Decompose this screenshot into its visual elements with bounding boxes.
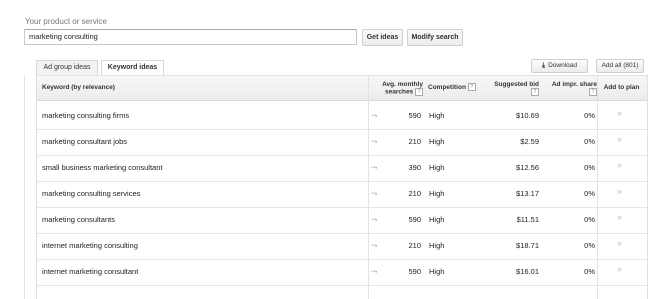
competition-cell: High — [429, 163, 445, 172]
avg-searches-cell: 210 — [408, 241, 421, 250]
download-icon: ⤓ — [541, 62, 546, 69]
competition-cell: High — [429, 189, 445, 198]
header-avg-line2: searches — [384, 88, 414, 96]
competition-cell: High — [429, 215, 445, 224]
keyword-cell[interactable]: internet marketing consulting — [42, 233, 138, 259]
avg-searches-cell: 390 — [408, 163, 421, 172]
competition-cell: High — [429, 241, 445, 250]
impr-share-cell: 0% — [584, 189, 595, 198]
avg-searches-cell: 590 — [408, 267, 421, 276]
double-chevron-right-icon[interactable]: » — [617, 259, 622, 285]
suggested-bid-cell: $10.69 — [516, 111, 539, 120]
header-competition-label: Competition — [428, 84, 466, 91]
double-chevron-right-icon[interactable]: » — [617, 155, 622, 181]
keyword-cell[interactable]: marketing consultant jobs — [42, 129, 127, 155]
chart-icon[interactable]: ⤳ — [371, 103, 377, 129]
product-search-input[interactable]: marketing consulting — [24, 29, 357, 45]
chart-icon[interactable]: ⤳ — [371, 207, 377, 233]
header-keyword[interactable]: Keyword (by relevance) — [42, 76, 115, 100]
keyword-cell[interactable]: internet marketing consultant — [42, 259, 138, 285]
competition-cell: High — [429, 137, 445, 146]
table-row: marketing consulting firms ⤳ 590 High $10.69… — [37, 103, 647, 130]
avg-searches-cell: 590 — [408, 215, 421, 224]
outer-border — [24, 75, 25, 299]
double-chevron-right-icon[interactable]: » — [617, 129, 622, 155]
double-chevron-right-icon[interactable]: » — [617, 103, 622, 129]
suggested-bid-cell: $18.71 — [516, 241, 539, 250]
competition-cell: High — [429, 111, 445, 120]
download-button[interactable]: ⤓ Download — [531, 59, 588, 73]
help-icon[interactable]: ? — [531, 88, 539, 96]
help-icon[interactable]: ? — [467, 83, 476, 92]
chart-icon[interactable]: ⤳ — [371, 129, 377, 155]
avg-searches-cell: 590 — [408, 111, 421, 120]
impr-share-cell: 0% — [584, 111, 595, 120]
add-all-button[interactable]: Add all (801) — [596, 59, 644, 73]
table-row: small business marketing consultant ⤳ 390 H… — [37, 155, 647, 182]
chart-icon[interactable]: ⤳ — [371, 181, 377, 207]
keyword-cell[interactable]: marketing consulting firms — [42, 103, 129, 129]
header-avg-line1: Avg. monthly — [382, 81, 423, 88]
table-row: internet marketing consulting ⤳ 210 High $18… — [37, 233, 647, 260]
header-competition[interactable]: Competition ? — [428, 76, 483, 100]
avg-searches-cell: 210 — [408, 189, 421, 198]
help-icon[interactable]: ? — [589, 88, 597, 96]
keyword-cell[interactable]: small business marketing consultant — [42, 155, 162, 181]
impr-share-cell: 0% — [584, 215, 595, 224]
chart-icon[interactable]: ⤳ — [371, 259, 377, 285]
table-row: marketing consulting services ⤳ 210 High $13… — [37, 181, 647, 208]
get-ideas-button[interactable]: Get ideas — [362, 29, 403, 46]
suggested-bid-cell: $11.51 — [516, 215, 539, 224]
suggested-bid-cell: $16.01 — [516, 267, 539, 276]
competition-cell: High — [429, 267, 445, 276]
table-header: Keyword (by relevance) Avg. monthly sear… — [37, 75, 647, 101]
header-add-to-plan: Add to plan — [603, 84, 640, 91]
product-label: Your product or service — [25, 17, 107, 26]
table-row: marketing consultant jobs ⤳ 210 High $2.59 0%… — [37, 129, 647, 156]
help-icon[interactable]: ? — [415, 88, 423, 96]
double-chevron-right-icon[interactable]: » — [617, 233, 622, 259]
double-chevron-right-icon[interactable]: » — [617, 207, 622, 233]
header-impr-label: Ad impr. share — [551, 81, 597, 88]
header-ad-impr-share[interactable]: Ad impr. share ? — [544, 81, 597, 105]
double-chevron-right-icon[interactable]: » — [617, 181, 622, 207]
impr-share-cell: 0% — [584, 163, 595, 172]
tab-keyword-ideas[interactable]: Keyword ideas — [101, 60, 164, 76]
download-label: Download — [548, 62, 578, 69]
suggested-bid-cell: $12.56 — [516, 163, 539, 172]
impr-share-cell: 0% — [584, 241, 595, 250]
suggested-bid-cell: $2.59 — [520, 137, 539, 146]
suggested-bid-cell: $13.17 — [516, 189, 539, 198]
chart-icon[interactable]: ⤳ — [371, 233, 377, 259]
keyword-table: Keyword (by relevance) Avg. monthly sear… — [36, 75, 648, 299]
table-row: internet marketing consultant ⤳ 590 High $16… — [37, 259, 647, 286]
keyword-cell[interactable]: marketing consulting services — [42, 181, 140, 207]
impr-share-cell: 0% — [584, 137, 595, 146]
avg-searches-cell: 210 — [408, 137, 421, 146]
header-bid-label: Suggested bid — [494, 81, 539, 88]
impr-share-cell: 0% — [584, 267, 595, 276]
chart-icon[interactable]: ⤳ — [371, 155, 377, 181]
header-avg-monthly-searches[interactable]: Avg. monthly searches ? — [373, 81, 423, 105]
header-suggested-bid[interactable]: Suggested bid ? — [483, 81, 539, 105]
keyword-cell[interactable]: marketing consultants — [42, 207, 115, 233]
modify-search-button[interactable]: Modify search — [407, 29, 463, 46]
tab-ad-group-ideas[interactable]: Ad group ideas — [36, 60, 98, 75]
table-row: marketing consultants ⤳ 590 High $11.51 0% » — [37, 207, 647, 234]
